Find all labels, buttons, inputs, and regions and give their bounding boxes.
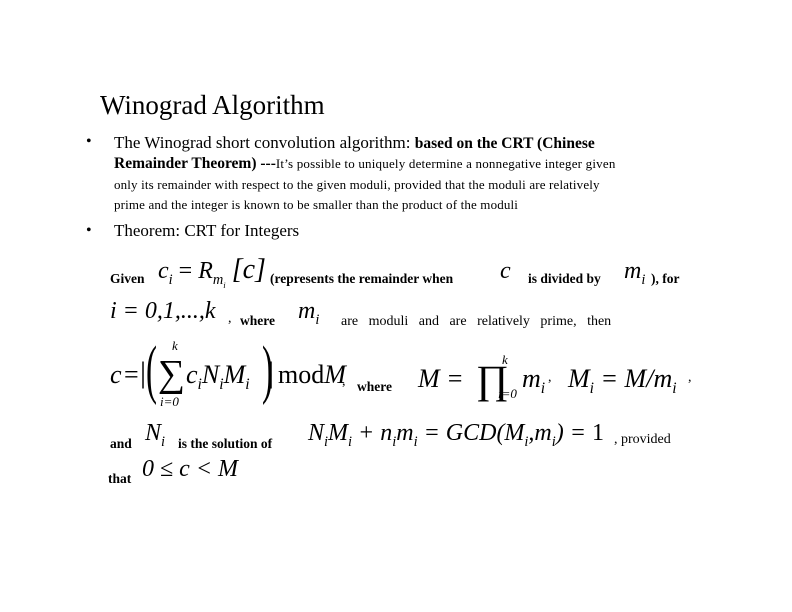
moduli-text: are moduli and are relatively prime, the… (341, 314, 612, 329)
bullet-1-lead: The Winograd short convolution algorithm… (114, 133, 411, 152)
comma: , (228, 311, 232, 326)
where-text: where (240, 313, 275, 328)
bullet-1-line-1: The Winograd short convolution algorithm… (114, 133, 595, 153)
and-text: and (110, 436, 132, 451)
crt-formula: c = | ( k ∑ i=0 ciNiMi | ) modM (110, 333, 346, 409)
bullet-1-crt-name: Remainder Theorem) --- (114, 155, 276, 172)
where-text: where (357, 379, 392, 394)
that-text: that (108, 471, 132, 486)
product-formula: M = ∏ k i=0 mi , Mi = M/mi , (418, 352, 692, 402)
divided-by-text: is divided by (528, 271, 601, 286)
var-c: c (500, 258, 511, 284)
range-inequality: 0 ≤ c < M (142, 456, 239, 482)
bullet-icon: • (86, 222, 92, 239)
var-mi: mi (298, 298, 320, 328)
bullet-1-line-2: Remainder Theorem) ---It’s possible to u… (114, 155, 616, 173)
bullet-1-lead-bold: based on the CRT (Chinese (414, 135, 595, 152)
bullet-1-line-4: prime and the integer is known to be sma… (114, 197, 519, 212)
bullet-2-text: Theorem: CRT for Integers (114, 221, 300, 240)
bullet-1-line-3: only its remainder with respect to the g… (114, 177, 600, 192)
provided-text: , provided (614, 432, 671, 447)
for-text: ), for (651, 271, 680, 286)
solution-text: is the solution of (178, 436, 273, 451)
var-mi: mi (624, 258, 646, 288)
slide-title: Winograd Algorithm (100, 90, 325, 120)
bezout-equation: NiMi + nimi = GCD(Mi,mi) = 1 (308, 420, 604, 450)
comma: , (342, 374, 346, 389)
var-Ni: Ni (145, 420, 166, 450)
index-range: i = 0,1,...,k (110, 298, 216, 324)
equation-ci-remainder: ci = Rmi [c] (158, 254, 266, 290)
represents-text: (represents the remainder when (270, 271, 454, 286)
bullet-1-line-2-text: It’s possible to uniquely determine a no… (275, 156, 616, 171)
bullet-icon: • (86, 133, 92, 150)
sum-icon: ∑ (158, 353, 186, 395)
given-label: Given (110, 271, 145, 286)
